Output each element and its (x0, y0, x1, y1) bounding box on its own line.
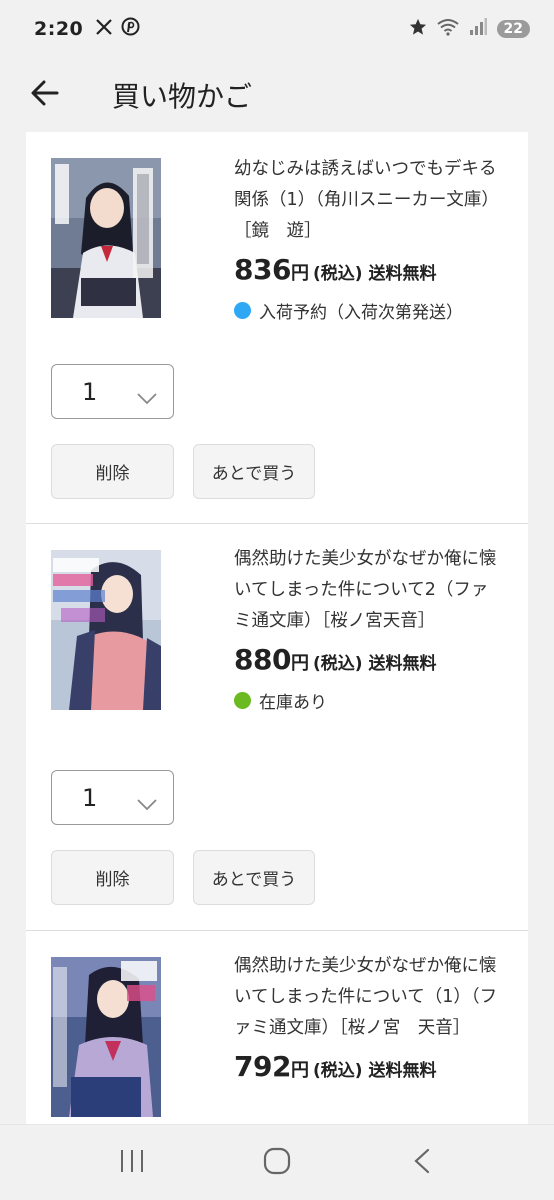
save-for-later-button[interactable]: あとで買う (193, 444, 315, 499)
stock-text: 在庫あり (259, 693, 327, 713)
back-icon (413, 1148, 431, 1178)
quantity-value: 1 (82, 377, 98, 406)
recent-apps-icon (119, 1149, 145, 1177)
quantity-select[interactable]: 1 (51, 364, 174, 419)
wifi-icon (436, 18, 459, 41)
cart-list: 幼なじみは誘えばいつでもデキる関係（1）（角川スニーカー文庫）［鏡 遊］ 836… (26, 132, 528, 1124)
quantity-value: 1 (82, 783, 98, 812)
battery-badge: 22 (496, 20, 530, 38)
save-for-later-label: あとで買う (211, 464, 297, 484)
tax-label: (税込) (312, 1061, 363, 1081)
system-nav-bar (0, 1124, 554, 1200)
quantity-select[interactable]: 1 (51, 770, 174, 825)
tax-label: (税込) (312, 264, 363, 284)
save-for-later-button[interactable]: あとで買う (193, 850, 315, 905)
signal-icon (469, 17, 487, 41)
book-cover-image[interactable] (51, 957, 161, 1117)
cart-item: 偶然助けた美少女がなぜか俺に懐いてしまった件について（1）（ファミ通文庫）［桜ノ… (26, 931, 528, 1124)
cart-item: 偶然助けた美少女がなぜか俺に懐いてしまった件について2（ファミ通文庫）［桜ノ宮天… (26, 524, 528, 931)
yen-label: 円 (290, 653, 309, 674)
item-title[interactable]: 幼なじみは誘えばいつでもデキる関係（1）（角川スニーカー文庫）［鏡 遊］ (234, 154, 504, 247)
stock-text: 入荷予約（入荷次第発送） (259, 303, 463, 323)
chevron-down-icon (137, 789, 157, 817)
yen-label: 円 (290, 1060, 309, 1081)
status-bar: 2:20 22 (0, 0, 554, 58)
delete-label: 削除 (95, 870, 130, 890)
book-cover-image[interactable] (51, 550, 161, 710)
home-button[interactable] (247, 1138, 307, 1188)
x-icon (95, 18, 113, 41)
item-price: 836 (234, 253, 291, 286)
item-title[interactable]: 偶然助けた美少女がなぜか俺に懐いてしまった件について2（ファミ通文庫）［桜ノ宮天… (234, 544, 504, 637)
status-time: 2:20 (34, 18, 84, 40)
tax-label: (税込) (312, 654, 363, 674)
item-price: 792 (234, 1050, 291, 1083)
stock-status: 在庫あり (234, 688, 504, 713)
yen-label: 円 (290, 263, 309, 284)
pinterest-icon (121, 17, 140, 41)
system-back-button[interactable] (392, 1138, 452, 1188)
price-row: 836 円 (税込) 送料無料 (234, 253, 504, 286)
save-for-later-label: あとで買う (211, 870, 297, 890)
shipping-label: 送料無料 (368, 1061, 437, 1081)
shipping-label: 送料無料 (368, 654, 437, 674)
delete-button[interactable]: 削除 (51, 850, 174, 905)
item-title[interactable]: 偶然助けた美少女がなぜか俺に懐いてしまった件について（1）（ファミ通文庫）［桜ノ… (234, 951, 504, 1044)
status-dot-icon (234, 692, 251, 709)
status-dot-icon (234, 302, 251, 319)
book-cover-image[interactable] (51, 158, 161, 318)
arrow-left-icon (31, 80, 59, 110)
cart-item: 幼なじみは誘えばいつでもデキる関係（1）（角川スニーカー文庫）［鏡 遊］ 836… (26, 132, 528, 524)
price-row: 880 円 (税込) 送料無料 (234, 643, 504, 676)
delete-label: 削除 (95, 464, 130, 484)
price-row: 792 円 (税込) 送料無料 (234, 1050, 504, 1083)
app-bar: 買い物かご (0, 58, 554, 132)
stock-status: 入荷予約（入荷次第発送） (234, 298, 504, 323)
star-icon (409, 18, 427, 41)
shipping-label: 送料無料 (368, 264, 437, 284)
back-button[interactable] (0, 58, 90, 132)
delete-button[interactable]: 削除 (51, 444, 174, 499)
recent-apps-button[interactable] (102, 1138, 162, 1188)
home-icon (263, 1147, 291, 1179)
item-price: 880 (234, 643, 291, 676)
chevron-down-icon (137, 383, 157, 411)
page-title: 買い物かご (112, 80, 253, 113)
